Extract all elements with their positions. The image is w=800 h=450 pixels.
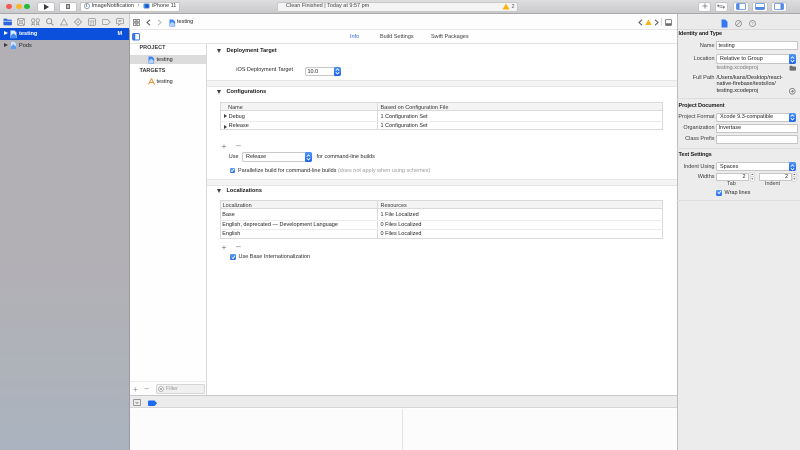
svg-text:?: ?: [751, 21, 754, 26]
